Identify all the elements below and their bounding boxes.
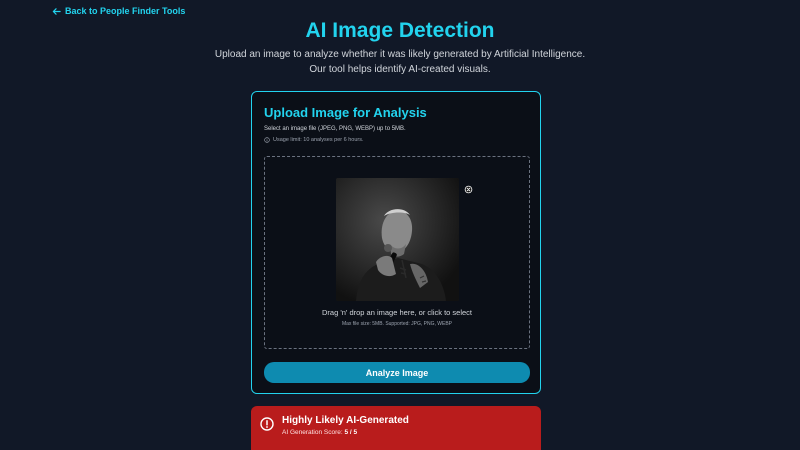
remove-image-button[interactable]: [464, 181, 473, 194]
result-title: Highly Likely AI-Generated: [282, 415, 409, 426]
upload-card-title: Upload Image for Analysis: [264, 105, 427, 120]
back-to-tools-link[interactable]: Back to People Finder Tools: [52, 6, 185, 16]
close-circle-icon: [464, 185, 473, 194]
result-banner: Highly Likely AI-Generated AI Generation…: [251, 406, 541, 450]
usage-note-text: Usage limit: 10 analyses per 6 hours.: [273, 137, 364, 143]
score-value: 5 / 5: [344, 429, 358, 436]
info-circle-icon: [264, 137, 270, 143]
singer-photo-image: [336, 178, 459, 301]
dropzone-instruction: Drag 'n' drop an image here, or click to…: [321, 308, 473, 317]
dropzone-hint: Max file size: 5MB. Supported: JPG, PNG,…: [341, 321, 453, 327]
arrow-left-icon: [52, 7, 61, 15]
score-label: AI Generation Score:: [282, 429, 343, 436]
usage-note: Usage limit: 10 analyses per 6 hours.: [264, 137, 364, 143]
page-title: AI Image Detection: [305, 19, 495, 42]
subtitle-line-1: Upload an image to analyze whether it wa…: [214, 49, 586, 60]
alert-circle-icon: [260, 417, 274, 431]
image-dropzone[interactable]: Drag 'n' drop an image here, or click to…: [264, 156, 530, 349]
analyze-image-button[interactable]: Analyze Image: [264, 362, 530, 383]
subtitle-line-2: Our tool helps identify AI-created visua…: [309, 64, 491, 75]
back-link-label: Back to People Finder Tools: [65, 6, 186, 16]
page-subtitle: Upload an image to analyze whether it wa…: [200, 47, 600, 77]
upload-card: Upload Image for Analysis Select an imag…: [251, 91, 541, 394]
ai-generation-score: AI Generation Score: 5 / 5: [282, 429, 357, 436]
uploaded-image-preview: [336, 178, 459, 301]
upload-card-description: Select an image file (JPEG, PNG, WEBP) u…: [264, 126, 406, 132]
